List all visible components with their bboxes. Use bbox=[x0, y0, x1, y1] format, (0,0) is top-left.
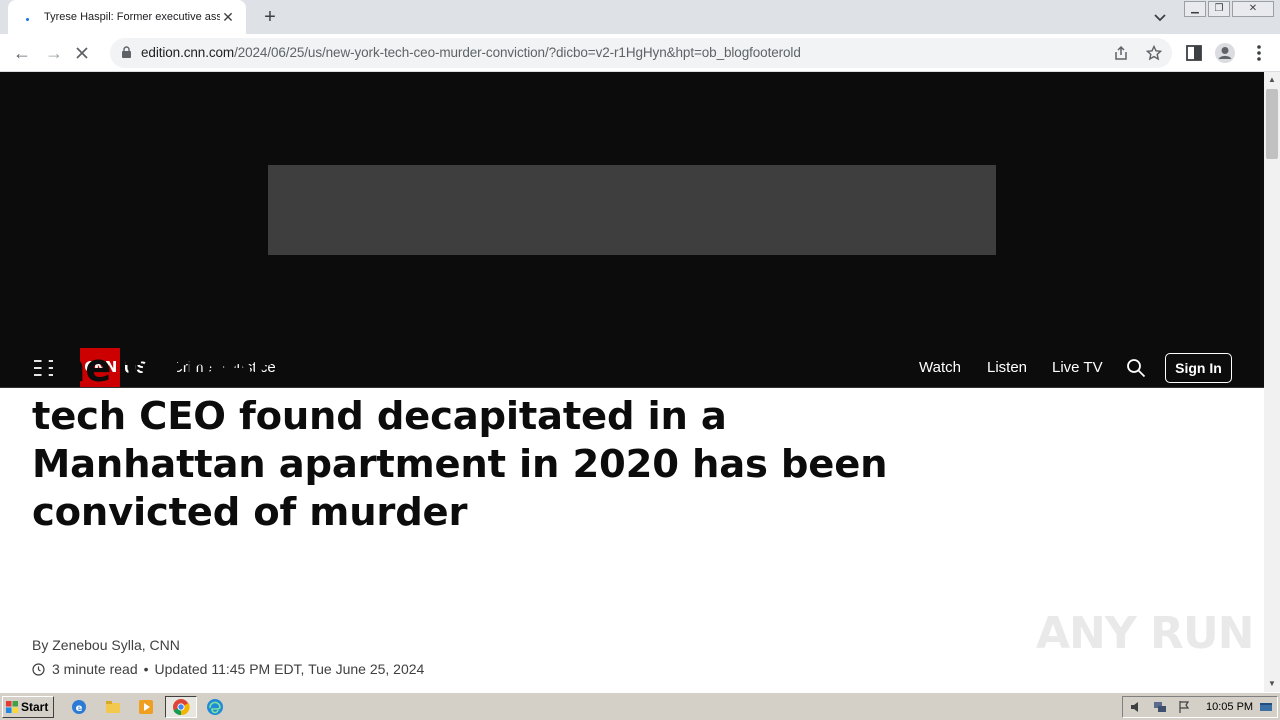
taskbar-clock[interactable]: 10:05 PM bbox=[1206, 697, 1253, 717]
anyrun-watermark: ANY RUN bbox=[1036, 608, 1254, 659]
url-host: edition.cnn.com bbox=[141, 45, 235, 60]
close-window-button[interactable]: ✕ bbox=[1232, 1, 1274, 17]
start-button[interactable]: Start bbox=[2, 696, 54, 718]
volume-icon[interactable] bbox=[1129, 700, 1143, 714]
side-panel-icon[interactable] bbox=[1183, 42, 1205, 64]
ad-placeholder[interactable] bbox=[268, 165, 996, 255]
scroll-thumb[interactable] bbox=[1266, 89, 1278, 159]
internet-explorer-icon[interactable]: e bbox=[70, 698, 88, 716]
tab-search-chevron-icon[interactable] bbox=[1150, 7, 1170, 27]
author-byline[interactable]: By Zenebou Sylla, CNN bbox=[32, 637, 180, 653]
nav-link-listen[interactable]: Listen bbox=[987, 348, 1027, 388]
read-time: 3 minute read bbox=[52, 661, 138, 677]
browser-tab-active[interactable]: Tyrese Haspil: Former executive assistan… bbox=[8, 0, 246, 34]
address-bar[interactable]: edition.cnn.com/2024/06/25/us/new-york-t… bbox=[110, 38, 1172, 68]
share-icon[interactable] bbox=[1113, 45, 1129, 61]
minimize-window-button[interactable]: ▁ bbox=[1184, 1, 1206, 17]
forward-button[interactable]: → bbox=[41, 40, 67, 66]
updated-time: Updated 11:45 PM EDT, Tue June 25, 2024 bbox=[154, 661, 425, 677]
start-label: Start bbox=[21, 700, 49, 714]
windows-flag-icon bbox=[6, 701, 18, 713]
windows-taskbar: Start e 10:05 PM bbox=[0, 692, 1280, 720]
tab-title: Tyrese Haspil: Former executive assistan… bbox=[44, 11, 220, 23]
nav-link-watch[interactable]: Watch bbox=[919, 348, 961, 388]
profile-avatar-icon[interactable] bbox=[1214, 42, 1236, 64]
close-tab-icon[interactable]: ✕ bbox=[220, 9, 236, 25]
chrome-taskbar-button[interactable] bbox=[165, 696, 197, 718]
action-center-flag-icon[interactable] bbox=[1177, 700, 1191, 714]
article-headline: The former executive assistant to a tech… bbox=[32, 346, 888, 535]
scroll-down-arrow-icon[interactable]: ▼ bbox=[1264, 676, 1280, 692]
network-icon[interactable] bbox=[1153, 700, 1167, 714]
system-tray: 10:05 PM bbox=[1122, 696, 1278, 718]
svg-text:e: e bbox=[76, 703, 83, 714]
url-path: /2024/06/25/us/new-york-tech-ceo-murder-… bbox=[234, 45, 801, 60]
sign-in-button[interactable]: Sign In bbox=[1165, 353, 1232, 383]
lock-icon bbox=[122, 46, 131, 58]
browser-toolbar: ← → edition.cnn.com/2024/06/25/us/new-yo… bbox=[0, 34, 1280, 72]
loading-favicon-icon bbox=[20, 9, 36, 25]
nav-link-live-tv[interactable]: Live TV bbox=[1052, 348, 1103, 388]
edge-icon[interactable] bbox=[206, 698, 224, 716]
ad-zone bbox=[0, 72, 1264, 348]
clock-icon bbox=[32, 662, 45, 676]
stop-loading-icon[interactable] bbox=[74, 45, 90, 61]
media-player-icon[interactable] bbox=[137, 698, 155, 716]
chrome-icon bbox=[173, 699, 190, 716]
page-viewport: CNN US Crime + Justice Watch Listen Live… bbox=[0, 72, 1264, 692]
back-button[interactable]: ← bbox=[9, 40, 35, 66]
url-text: edition.cnn.com/2024/06/25/us/new-york-t… bbox=[141, 38, 801, 68]
article-timestamp: 3 minute read • Updated 11:45 PM EDT, Tu… bbox=[32, 661, 424, 677]
page-scrollbar[interactable]: ▲ ▼ bbox=[1264, 72, 1280, 692]
show-desktop-icon[interactable] bbox=[1259, 700, 1273, 714]
file-explorer-icon[interactable] bbox=[104, 698, 122, 716]
separator-dot: • bbox=[143, 661, 149, 677]
bookmark-star-icon[interactable] bbox=[1146, 45, 1162, 61]
search-icon[interactable] bbox=[1126, 358, 1146, 378]
browser-tab-strip: Tyrese Haspil: Former executive assistan… bbox=[0, 0, 1280, 34]
scroll-up-arrow-icon[interactable]: ▲ bbox=[1264, 72, 1280, 88]
restore-window-button[interactable]: ❐ bbox=[1208, 1, 1230, 17]
browser-menu-icon[interactable] bbox=[1248, 42, 1270, 64]
new-tab-button[interactable]: + bbox=[258, 5, 282, 29]
